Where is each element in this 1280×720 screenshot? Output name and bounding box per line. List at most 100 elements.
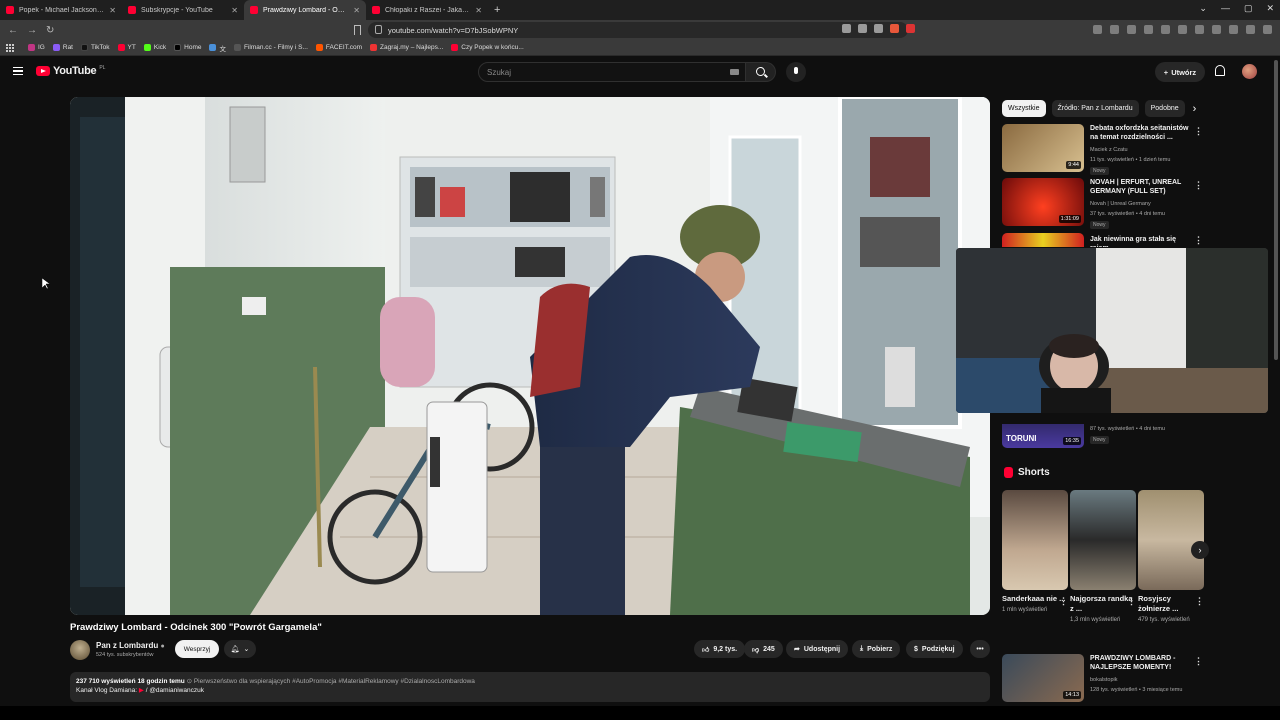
shorts-heading: Shorts: [1004, 467, 1050, 478]
bookmark-item[interactable]: Rat: [52, 44, 73, 51]
rewards-icon[interactable]: [906, 24, 915, 33]
short-item[interactable]: Sanderkaaa nie ... 1 mln wyświetleń ⋮: [1002, 490, 1068, 614]
more-actions-button[interactable]: •••: [970, 640, 990, 658]
tab-search-icon[interactable]: ⌄: [1199, 3, 1207, 14]
maximize-icon[interactable]: ▢: [1244, 3, 1253, 14]
address-bar[interactable]: youtube.com/watch?v=D7bJSobWPNY: [368, 22, 908, 38]
support-button[interactable]: Wesprzyj: [175, 640, 219, 658]
youtube-logo[interactable]: YouTube PL: [36, 65, 105, 77]
extension-icon[interactable]: [1161, 25, 1170, 34]
like-button[interactable]: 👍︎ 9,2 tys.: [694, 640, 746, 658]
more-options-icon[interactable]: ⋮: [1195, 596, 1204, 607]
short-thumbnail[interactable]: [1138, 490, 1204, 590]
extension-icon[interactable]: [1127, 25, 1136, 34]
video-thumbnail[interactable]: TORUNI 16:35: [1002, 424, 1084, 448]
shorts-next-button[interactable]: ›: [1191, 541, 1209, 559]
recommendation-item[interactable]: 9:44 Debata oxfordzka seitanistów na tem…: [1002, 124, 1203, 175]
star-icon[interactable]: [874, 24, 883, 33]
forward-icon[interactable]: →: [27, 25, 37, 36]
short-thumbnail[interactable]: [1070, 490, 1136, 590]
shield-icon[interactable]: [1246, 25, 1255, 34]
video-thumbnail[interactable]: 9:44: [1002, 124, 1084, 172]
url-text: youtube.com/watch?v=D7bJSobWPNY: [388, 25, 519, 35]
media-icon[interactable]: [1178, 25, 1187, 34]
menu-icon[interactable]: [1263, 25, 1272, 34]
close-tab-icon[interactable]: ✕: [231, 6, 238, 15]
more-options-icon[interactable]: ⋮: [1127, 596, 1136, 607]
more-options-icon[interactable]: ⋮: [1194, 126, 1203, 137]
close-tab-icon[interactable]: ✕: [475, 6, 482, 15]
bookmark-item[interactable]: Zagraj.my – Najleps...: [370, 44, 443, 51]
close-window-icon[interactable]: ✕: [1266, 3, 1274, 14]
notifications-bell-icon[interactable]: [1215, 65, 1225, 76]
more-options-icon[interactable]: ⋮: [1194, 180, 1203, 191]
extension-icon[interactable]: [1144, 25, 1153, 34]
extension-icon[interactable]: [1110, 25, 1119, 34]
close-tab-icon[interactable]: ✕: [109, 6, 116, 15]
account-avatar[interactable]: [1242, 64, 1257, 79]
bookmark-item[interactable]: Czy Popek w końcu...: [451, 44, 524, 51]
new-badge: Nowy: [1090, 436, 1109, 444]
brave-shield-icon[interactable]: [890, 24, 899, 33]
keyboard-icon[interactable]: [730, 69, 739, 75]
channel-link[interactable]: / @damianiwanczuk: [146, 687, 204, 694]
bookmark-item[interactable]: Filman.cc - Filmy i S...: [233, 44, 308, 51]
browser-tab[interactable]: Subskrypcje - YouTube ✕: [122, 0, 244, 20]
subscription-bell-button[interactable]: 🔔︎ ⌄: [224, 640, 256, 658]
video-thumbnail[interactable]: 1:31:09: [1002, 178, 1084, 226]
dislike-button[interactable]: 👎︎ 245: [744, 640, 783, 658]
bookmark-item[interactable]: IG: [28, 44, 45, 51]
more-options-icon[interactable]: ⋮: [1194, 235, 1202, 246]
share-button[interactable]: ➦ Udostępnij: [786, 640, 849, 658]
chevron-right-icon[interactable]: ›: [1193, 103, 1197, 115]
recommendation-item[interactable]: Jak niewinna gra stała się rajem ⋮: [1002, 233, 1202, 247]
browser-tab[interactable]: Popek - Michael Jackson po odwyku ✕: [0, 0, 122, 20]
more-options-icon[interactable]: ⋮: [1059, 596, 1068, 607]
more-options-icon[interactable]: ⋮: [1194, 656, 1203, 667]
video-thumbnail[interactable]: [1002, 233, 1084, 247]
bookmark-item[interactable]: 文: [209, 43, 226, 53]
bookmark-item[interactable]: Home: [174, 44, 201, 51]
page-scrollbar[interactable]: [1274, 60, 1278, 360]
bookmark-item[interactable]: YT: [117, 44, 136, 51]
site-info-icon[interactable]: [375, 25, 382, 34]
video-description[interactable]: 237 710 wyświetleń 18 godzin temu ⊙ Pier…: [70, 672, 990, 702]
download-button[interactable]: ⤓ Pobierz: [852, 640, 901, 658]
recommendation-item[interactable]: 14:13 PRAWDZIWY LOMBARD - NAJLEPSZE MOME…: [1002, 654, 1203, 704]
close-tab-icon[interactable]: ✕: [353, 6, 360, 15]
channel-avatar[interactable]: [70, 640, 90, 660]
bookmark-item[interactable]: Kick: [143, 44, 166, 51]
search-button[interactable]: [746, 62, 776, 82]
browser-tab-active[interactable]: Prawdziwy Lombard - Odcinek ✕: [244, 0, 366, 20]
puzzle-icon[interactable]: [1229, 25, 1238, 34]
voice-search-icon[interactable]: [786, 62, 806, 82]
search-input[interactable]: Szukaj: [478, 62, 746, 82]
new-tab-button[interactable]: +: [494, 4, 500, 16]
share-icon[interactable]: [858, 24, 867, 33]
chip-similar[interactable]: Podobne: [1144, 100, 1185, 117]
sidebar-icon[interactable]: [1195, 25, 1204, 34]
chip-all[interactable]: Wszystkie: [1002, 100, 1046, 117]
apps-grid-icon[interactable]: [6, 43, 14, 52]
chip-source[interactable]: Źródło: Pan z Lombardu: [1051, 100, 1139, 117]
thanks-button[interactable]: $ Podziękuj: [906, 640, 963, 658]
minimize-icon[interactable]: —: [1221, 3, 1230, 14]
hamburger-menu-icon[interactable]: [13, 67, 23, 75]
wallet-icon[interactable]: [1212, 25, 1221, 34]
vpn-icon[interactable]: [1093, 25, 1102, 34]
bookmark-item[interactable]: FACEIT.com: [315, 44, 362, 51]
browser-tab[interactable]: Chłopaki z Raszei - Jaka to melodia ✕: [366, 0, 488, 20]
recommendation-item[interactable]: TORUNI 16:35 87 tys. wyświetleń • 4 dni t…: [1002, 424, 1202, 448]
bookmark-item[interactable]: TikTok: [81, 44, 110, 51]
back-icon[interactable]: ←: [8, 25, 18, 36]
create-button[interactable]: + Utwórz: [1155, 62, 1205, 82]
bookmark-icon[interactable]: [354, 25, 361, 35]
video-thumbnail[interactable]: 14:13: [1002, 654, 1084, 702]
channel-name[interactable]: Pan z Lombardu ●: [96, 641, 165, 650]
video-player[interactable]: [70, 97, 990, 615]
recommendation-item[interactable]: 1:31:09 NOVAH | ERFURT, UNREAL GERMANY (…: [1002, 178, 1203, 229]
short-item[interactable]: Najgorsza randka z ... 1,3 mln wyświetle…: [1070, 490, 1136, 624]
install-app-icon[interactable]: [842, 24, 851, 33]
short-thumbnail[interactable]: [1002, 490, 1068, 590]
reload-icon[interactable]: ↻: [46, 25, 54, 36]
